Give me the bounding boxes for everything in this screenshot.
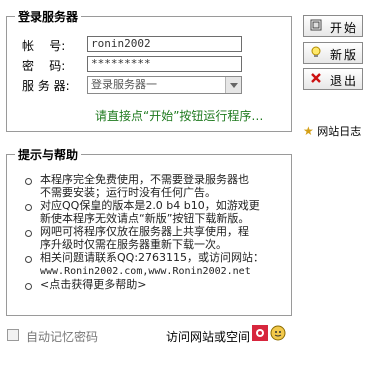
lightbulb-icon <box>310 46 322 58</box>
start-button-label: 开始 <box>330 21 359 35</box>
close-icon <box>310 72 322 84</box>
start-button[interactable]: 开始 <box>303 15 363 37</box>
account-input[interactable]: ronin2002 <box>87 36 242 52</box>
bullet-icon <box>25 204 32 211</box>
visit-site-link[interactable]: 访问网站或空间 <box>166 328 250 345</box>
exit-button[interactable]: 退出 <box>303 68 363 90</box>
help-line-4: 新使本程序无效请点“新版”按钮下载新版。 <box>40 212 250 225</box>
new-version-label: 新版 <box>330 48 359 62</box>
site-log-link[interactable]: ★ 网站日志 <box>303 123 361 139</box>
flower-icon[interactable] <box>252 325 268 341</box>
site-log-label: 网站日志 <box>317 125 362 138</box>
star-icon: ★ <box>303 124 314 138</box>
password-input[interactable]: ********* <box>87 56 242 72</box>
help-line-6: 序升级时仅需在服务器重新下载一次。 <box>40 238 227 251</box>
bullet-icon <box>25 230 32 237</box>
new-version-button[interactable]: 新版 <box>303 42 363 64</box>
server-select-value: 登录服务器一 <box>91 78 157 91</box>
help-line-5: 网吧可将程序仅放在服务器上共享使用，程 <box>40 225 249 238</box>
login-group: 登录服务器 帐 号: ronin2002 密 码: ********* 服 务 … <box>6 8 292 132</box>
start-hint: 请直接点“开始”按钮运行程序… <box>95 109 264 123</box>
help-legend: 提示与帮助 <box>15 146 82 163</box>
more-help-link[interactable]: <点击获得更多帮助> <box>40 278 146 291</box>
help-line-7: 相关问题请联系QQ:2763115，或访问网站： <box>40 251 265 264</box>
help-line-2: 不需要安装；运行时没有任何广告。 <box>40 186 216 199</box>
password-label: 密 码: <box>22 59 66 73</box>
login-legend: 登录服务器 <box>15 8 82 25</box>
account-label: 帐 号: <box>22 39 66 53</box>
bullet-icon <box>25 283 32 290</box>
remember-password-label: 自动记忆密码 <box>26 330 99 344</box>
bullet-icon <box>25 178 32 185</box>
chevron-down-icon[interactable] <box>225 77 241 93</box>
help-line-8[interactable]: www.Ronin2002.com,www.Ronin2002.net <box>40 265 251 278</box>
server-select[interactable]: 登录服务器一 <box>87 76 242 94</box>
exit-button-label: 退出 <box>330 74 359 88</box>
help-line-1: 本程序完全免费使用，不需要登录服务器也 <box>40 173 249 186</box>
remember-password-checkbox[interactable] <box>7 329 19 341</box>
help-line-3: 对应QQ保皇的版本是2.0 b4 b10，如游戏更 <box>40 199 260 212</box>
window-icon <box>310 19 322 31</box>
server-label: 服 务 器: <box>22 79 70 93</box>
bullet-icon <box>25 256 32 263</box>
avatar-icon[interactable] <box>270 325 286 341</box>
help-group: 提示与帮助 本程序完全免费使用，不需要登录服务器也 不需要安装；运行时没有任何广… <box>6 146 292 316</box>
